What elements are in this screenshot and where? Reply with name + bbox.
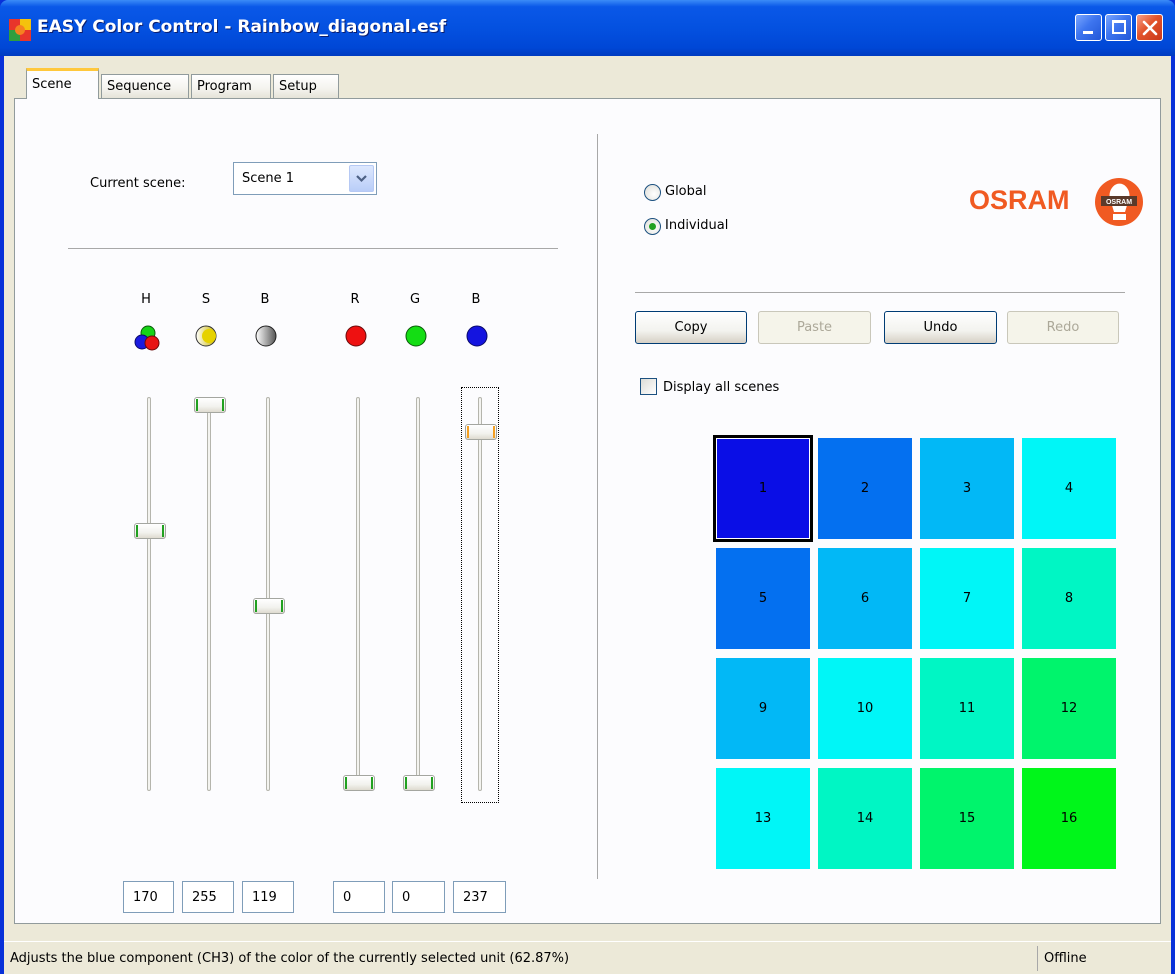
slider-thumb-blue[interactable] xyxy=(465,423,497,440)
scene-cell[interactable]: 15 xyxy=(920,768,1014,869)
status-bar: Adjusts the blue component (CH3) of the … xyxy=(4,941,1171,974)
value-field-s[interactable]: 255 xyxy=(182,881,234,913)
scene-cell[interactable]: 16 xyxy=(1022,768,1116,869)
client-area: Scene Sequence Program Setup Current sce… xyxy=(4,56,1171,974)
display-all-scenes-checkbox[interactable] xyxy=(640,378,657,395)
channel-label-g: G xyxy=(409,292,421,307)
status-separator xyxy=(1037,946,1038,971)
slider-track-r[interactable] xyxy=(356,397,360,791)
slider-thumb-h[interactable] xyxy=(134,522,166,539)
blue-icon xyxy=(466,325,488,347)
slider-track-h[interactable] xyxy=(147,397,151,791)
channel-label-r: R xyxy=(350,292,360,307)
title-bar[interactable]: EASY Color Control - Rainbow_diagonal.es… xyxy=(0,0,1175,56)
scene-select[interactable]: Scene 1 xyxy=(233,162,377,195)
radio-global-label[interactable]: Global xyxy=(665,184,706,199)
channel-label-b: B xyxy=(260,292,270,307)
scene-panel: Current scene: Scene 1 H S B R G B 170 2… xyxy=(14,98,1161,924)
tab-scene[interactable]: Scene xyxy=(26,68,99,99)
value-field-r[interactable]: 0 xyxy=(333,881,385,913)
app-window: EASY Color Control - Rainbow_diagonal.es… xyxy=(0,0,1175,974)
scene-cell[interactable]: 8 xyxy=(1022,548,1116,649)
close-icon xyxy=(1142,20,1158,36)
radio-individual[interactable] xyxy=(644,218,661,235)
channel-label-s: S xyxy=(201,292,211,307)
current-scene-label: Current scene: xyxy=(90,176,186,191)
copy-button[interactable]: Copy xyxy=(635,311,747,344)
radio-individual-label[interactable]: Individual xyxy=(665,218,728,233)
chevron-down-icon[interactable] xyxy=(349,165,374,192)
undo-button[interactable]: Undo xyxy=(884,311,997,344)
value-field-g[interactable]: 0 xyxy=(392,881,445,913)
slider-track-g[interactable] xyxy=(416,397,420,791)
minimize-icon xyxy=(1083,31,1093,34)
maximize-icon xyxy=(1112,20,1126,34)
scene-cell[interactable]: 6 xyxy=(818,548,912,649)
osram-badge-text: OSRAM xyxy=(1106,199,1132,206)
connection-status: Offline xyxy=(1044,951,1087,966)
status-message: Adjusts the blue component (CH3) of the … xyxy=(10,951,570,966)
scene-cell[interactable]: 3 xyxy=(920,438,1014,539)
value-field-b[interactable]: 119 xyxy=(242,881,294,913)
display-all-scenes-label[interactable]: Display all scenes xyxy=(663,380,779,395)
scene-cell[interactable]: 4 xyxy=(1022,438,1116,539)
value-field-blue[interactable]: 237 xyxy=(453,881,506,913)
window-title: EASY Color Control - Rainbow_diagonal.es… xyxy=(37,17,447,37)
slider-track-s[interactable] xyxy=(207,397,211,791)
brightness-icon xyxy=(255,325,277,347)
scene-cell[interactable]: 12 xyxy=(1022,658,1116,759)
tab-program[interactable]: Program xyxy=(191,74,271,98)
scene-cell[interactable]: 9 xyxy=(716,658,810,759)
scene-cell[interactable]: 10 xyxy=(818,658,912,759)
scene-cell[interactable]: 14 xyxy=(818,768,912,869)
saturation-icon xyxy=(195,325,217,347)
app-color-icon xyxy=(9,19,31,41)
minimize-button[interactable] xyxy=(1075,14,1102,41)
slider-thumb-g[interactable] xyxy=(403,775,435,791)
value-field-h[interactable]: 170 xyxy=(123,881,174,913)
scene-cell[interactable]: 7 xyxy=(920,548,1014,649)
slider-thumb-b[interactable] xyxy=(253,598,285,615)
slider-thumb-s[interactable] xyxy=(194,397,226,413)
hue-icon xyxy=(134,325,160,351)
scene-cell[interactable]: 5 xyxy=(716,548,810,649)
scene-cell[interactable]: 11 xyxy=(920,658,1014,759)
slider-focus-outline xyxy=(461,387,499,803)
channel-label-h: H xyxy=(141,292,151,307)
slider-track-b[interactable] xyxy=(266,397,270,791)
green-icon xyxy=(405,325,427,347)
radio-global[interactable] xyxy=(644,184,661,201)
scene-cell[interactable]: 1 xyxy=(713,435,813,542)
osram-wordmark: OSRAM xyxy=(969,185,1070,215)
tab-sequence[interactable]: Sequence xyxy=(101,74,189,98)
red-icon xyxy=(345,325,367,347)
redo-button[interactable]: Redo xyxy=(1007,311,1119,344)
left-divider xyxy=(68,248,558,249)
scene-cell[interactable]: 13 xyxy=(716,768,810,869)
right-divider xyxy=(635,292,1125,293)
scene-select-value: Scene 1 xyxy=(242,171,295,186)
tab-setup[interactable]: Setup xyxy=(273,74,339,98)
maximize-button[interactable] xyxy=(1105,14,1132,41)
paste-button[interactable]: Paste xyxy=(758,311,871,344)
section-divider xyxy=(597,134,598,879)
scene-cell[interactable]: 2 xyxy=(818,438,912,539)
slider-thumb-r[interactable] xyxy=(343,775,375,791)
channel-label-blue: B xyxy=(471,292,481,307)
close-button[interactable] xyxy=(1136,14,1163,41)
osram-logo: OSRAM OSRAM xyxy=(969,178,1143,226)
